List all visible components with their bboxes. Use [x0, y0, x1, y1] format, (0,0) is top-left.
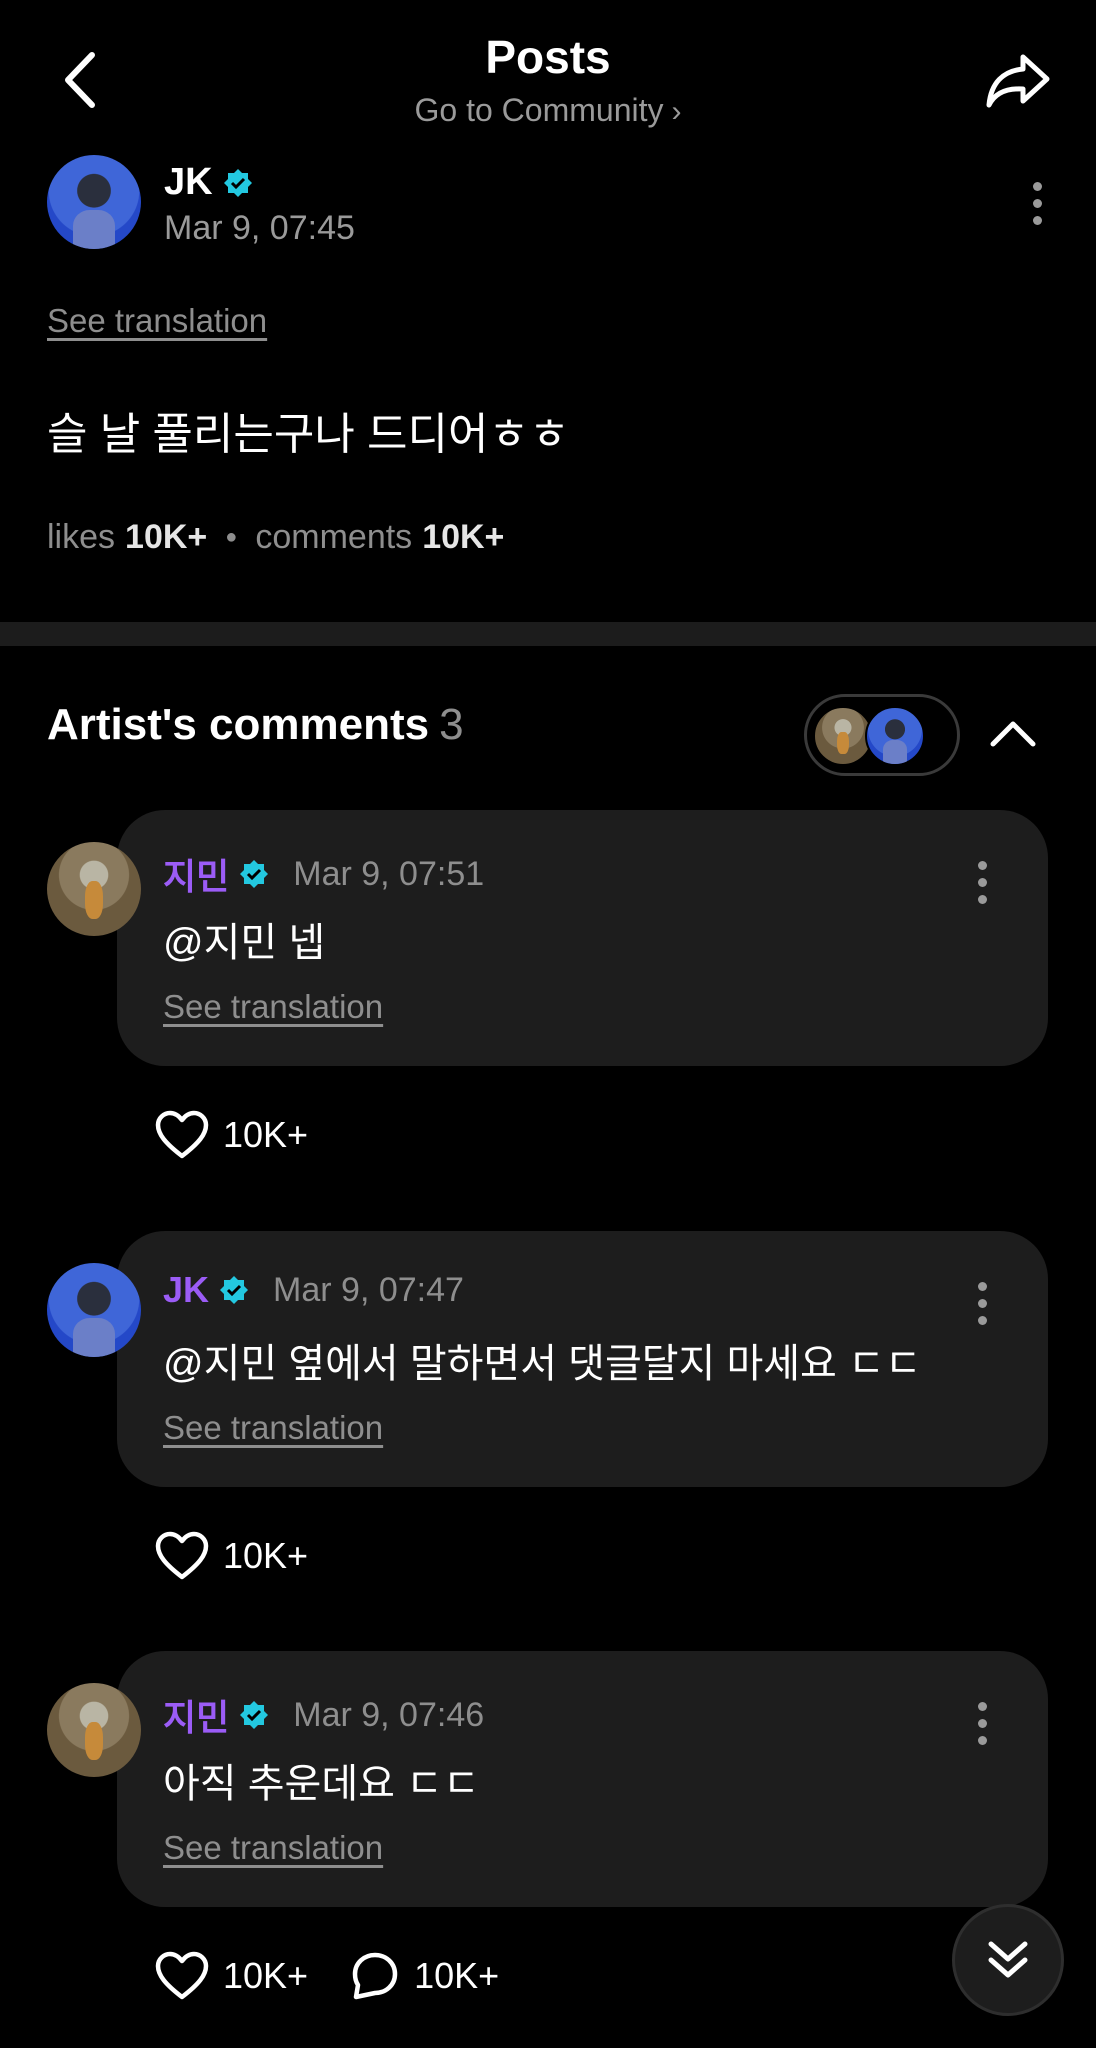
reply-button[interactable]: 10K+	[350, 1951, 499, 2001]
heart-icon	[155, 1531, 209, 1580]
avatar	[865, 706, 925, 766]
more-vertical-icon[interactable]	[962, 852, 1002, 912]
like-count: 10K+	[223, 1535, 309, 1576]
see-translation-link[interactable]: See translation	[163, 988, 383, 1026]
avatar[interactable]	[47, 842, 141, 936]
page-title: Posts	[485, 31, 611, 83]
heart-icon	[155, 1110, 209, 1159]
comment-author[interactable]: JK Mar 9, 07:47	[163, 1269, 464, 1311]
section-divider	[0, 622, 1096, 646]
author-name[interactable]: JK	[164, 161, 253, 204]
like-button[interactable]: 10K+	[155, 1531, 308, 1581]
avatar	[813, 706, 873, 766]
reply-count: 10K+	[414, 1955, 500, 1996]
chevron-up-icon	[990, 721, 1036, 747]
heart-icon	[155, 1951, 209, 2000]
go-to-community-link[interactable]: Go to Community ›	[0, 92, 1096, 129]
more-vertical-icon[interactable]	[962, 1273, 1002, 1333]
post-body: 슬 날 풀리는구나 드디어ㅎㅎ	[47, 410, 570, 459]
comment-actions: 10K+ 10K+	[155, 1951, 541, 2001]
comments-count: 10K+	[422, 518, 505, 556]
verified-icon	[240, 860, 269, 888]
see-translation-link[interactable]: See translation	[163, 1409, 383, 1447]
avatar[interactable]	[47, 1683, 141, 1777]
artist-avatars-filter[interactable]	[804, 694, 960, 776]
like-count: 10K+	[223, 1955, 309, 1996]
go-to-community-label: Go to Community	[414, 92, 664, 128]
like-button[interactable]: 10K+	[155, 1110, 308, 1160]
likes-label: likes	[47, 518, 116, 556]
comment-actions: 10K+	[155, 1110, 350, 1160]
comment-text: 아직 추운데요 ㄷㄷ	[163, 1762, 480, 1806]
share-icon	[986, 54, 1050, 108]
comment-text: @지민 넵	[163, 921, 326, 965]
comment-time: Mar 9, 07:51	[293, 854, 485, 893]
separator-dot: ●	[225, 526, 238, 548]
comment-bubble-icon	[352, 1952, 398, 2000]
comment-author[interactable]: 지민 Mar 9, 07:51	[163, 848, 484, 900]
likes-count: 10K+	[125, 518, 208, 556]
see-translation-link[interactable]: See translation	[47, 302, 267, 340]
avatar[interactable]	[47, 155, 141, 249]
post-stats: likes 10K+ ● comments 10K+	[47, 518, 504, 557]
comment-author-name: JK	[163, 1269, 210, 1310]
comment-time: Mar 9, 07:47	[273, 1270, 464, 1309]
comment-actions: 10K+	[155, 1531, 350, 1581]
more-vertical-icon[interactable]	[1017, 173, 1057, 233]
verified-icon	[220, 1276, 249, 1304]
artist-comments-label: Artist's comments	[47, 700, 430, 749]
verified-icon	[223, 168, 252, 197]
post-author-row: JK Mar 9, 07:45	[47, 155, 1057, 251]
artist-comments-title: Artist's comments 3	[47, 700, 464, 750]
comments-label: comments	[255, 518, 413, 556]
artist-comments-count: 3	[439, 700, 464, 749]
see-translation-link[interactable]: See translation	[163, 1829, 383, 1867]
post-time: Mar 9, 07:45	[164, 209, 355, 247]
like-button[interactable]: 10K+	[155, 1951, 308, 2001]
verified-icon	[240, 1701, 269, 1729]
author-name-label: JK	[164, 161, 213, 203]
top-bar: Posts Go to Community ›	[0, 0, 1096, 140]
share-button[interactable]	[982, 46, 1054, 114]
comment-author-name: 지민	[163, 856, 230, 897]
scroll-to-bottom-button[interactable]	[952, 1904, 1064, 2016]
comment-time: Mar 9, 07:46	[293, 1695, 485, 1734]
comment-author-name: 지민	[163, 1697, 230, 1738]
double-chevron-down-icon	[988, 1941, 1028, 1978]
comment-text: @지민 옆에서 말하면서 댓글달지 마세요 ㄷㄷ	[163, 1342, 922, 1386]
chevron-right-icon: ›	[671, 95, 682, 128]
avatar[interactable]	[47, 1263, 141, 1357]
comment-author[interactable]: 지민 Mar 9, 07:46	[163, 1689, 484, 1741]
collapse-button[interactable]	[978, 704, 1048, 764]
like-count: 10K+	[223, 1114, 309, 1155]
more-vertical-icon[interactable]	[962, 1693, 1002, 1753]
